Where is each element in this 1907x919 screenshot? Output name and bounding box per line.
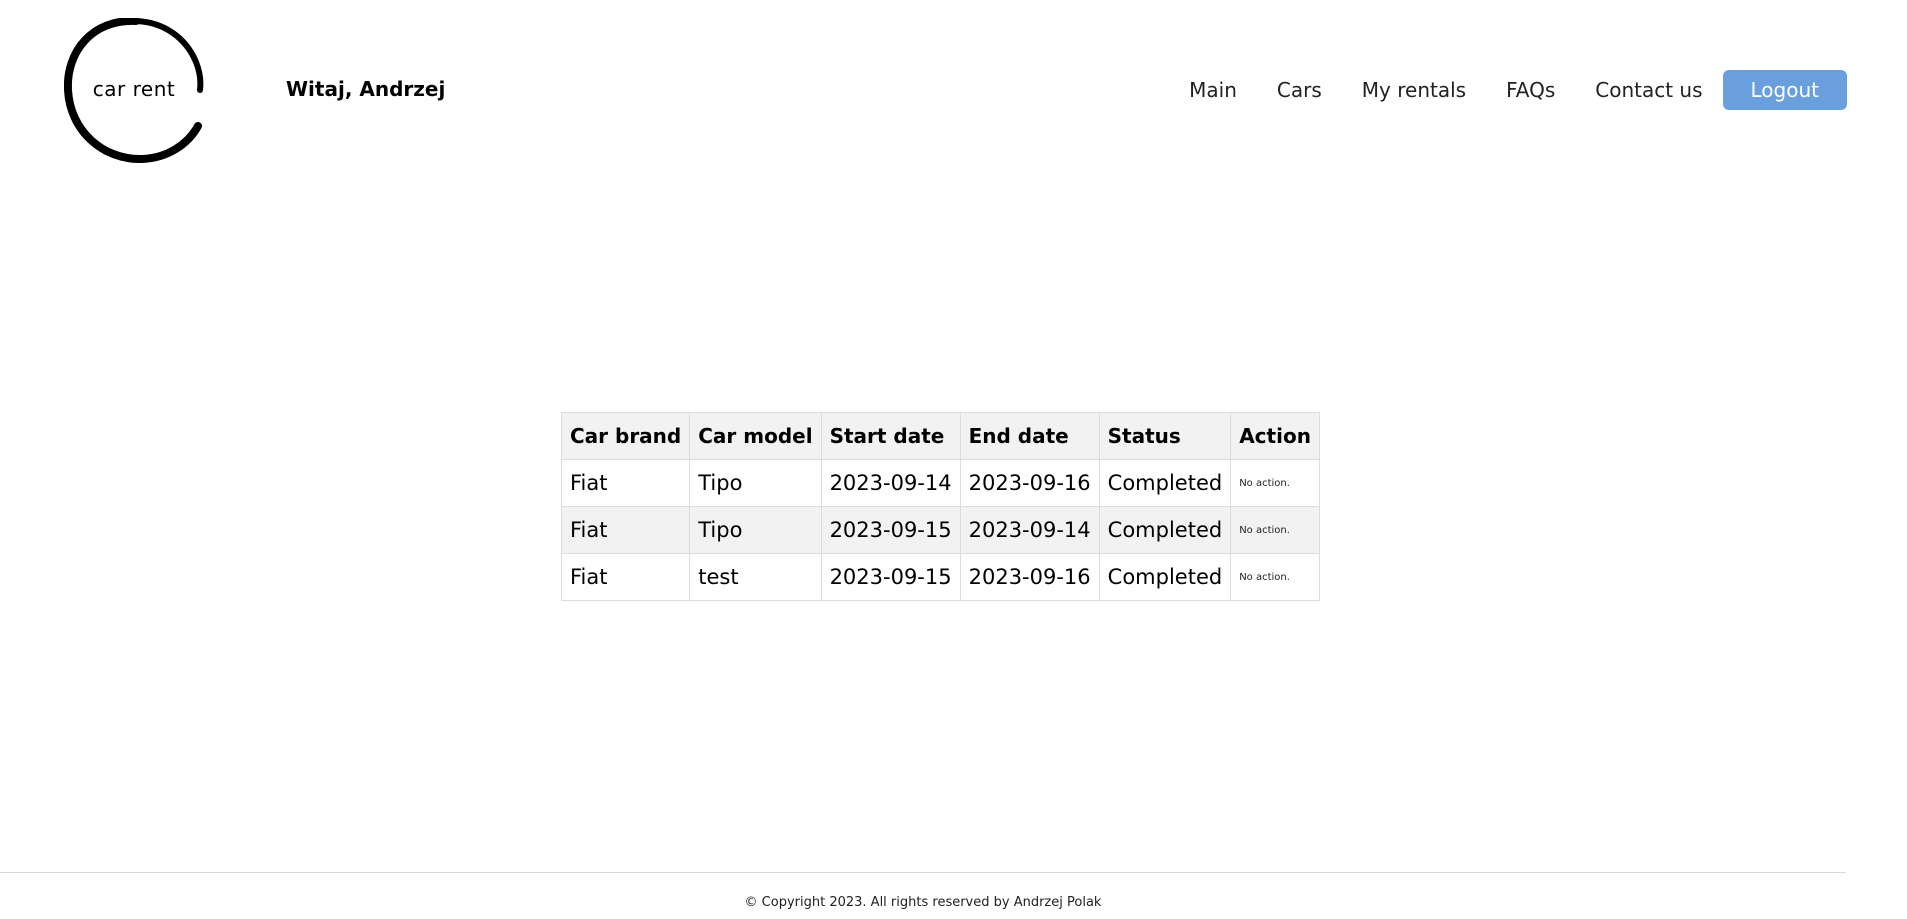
cell-start-date: 2023-09-15 — [820, 553, 961, 601]
column-header-status: Status — [1098, 412, 1232, 460]
column-header-end-date: End date — [959, 412, 1100, 460]
column-header-action: Action — [1230, 412, 1320, 460]
cell-action: No action. — [1230, 459, 1320, 507]
nav-contact-us-link[interactable]: Contact us — [1595, 70, 1702, 110]
table-row: Fiat Tipo 2023-09-15 2023-09-14 Complete… — [560, 506, 1320, 554]
footer-divider — [0, 872, 1846, 873]
cell-action: No action. — [1230, 506, 1320, 554]
greeting-text: Witaj, Andrzej — [286, 77, 446, 101]
logo[interactable]: car rent — [64, 18, 204, 163]
column-header-car-model: Car model — [689, 412, 822, 460]
cell-status: Completed — [1098, 459, 1232, 507]
column-header-car-brand: Car brand — [560, 412, 691, 460]
column-header-start-date: Start date — [820, 412, 961, 460]
rentals-table: Car brand Car model Start date End date … — [560, 412, 1320, 601]
cell-car-brand: Fiat — [560, 506, 691, 554]
cell-action: No action. — [1230, 553, 1320, 601]
cell-car-brand: Fiat — [560, 459, 691, 507]
table-row: Fiat Tipo 2023-09-14 2023-09-16 Complete… — [560, 459, 1320, 507]
nav-my-rentals-link[interactable]: My rentals — [1362, 70, 1466, 110]
cell-status: Completed — [1098, 506, 1232, 554]
cell-status: Completed — [1098, 553, 1232, 601]
main-nav: Main Cars My rentals FAQs Contact us Log… — [1189, 70, 1847, 110]
nav-faqs-link[interactable]: FAQs — [1506, 70, 1555, 110]
logo-text: car rent — [92, 77, 176, 101]
table-header-row: Car brand Car model Start date End date … — [560, 412, 1320, 460]
logout-button[interactable]: Logout — [1722, 70, 1847, 110]
nav-cars-link[interactable]: Cars — [1277, 70, 1322, 110]
footer-copyright: © Copyright 2023. All rights reserved by… — [744, 895, 1102, 910]
cell-start-date: 2023-09-14 — [820, 459, 961, 507]
cell-car-model: test — [689, 553, 822, 601]
cell-end-date: 2023-09-16 — [959, 553, 1100, 601]
cell-car-model: Tipo — [689, 459, 822, 507]
cell-end-date: 2023-09-14 — [959, 506, 1100, 554]
cell-car-brand: Fiat — [560, 553, 691, 601]
rentals-table-container: Car brand Car model Start date End date … — [560, 412, 1320, 601]
cell-start-date: 2023-09-15 — [820, 506, 961, 554]
cell-car-model: Tipo — [689, 506, 822, 554]
nav-main-link[interactable]: Main — [1189, 70, 1237, 110]
cell-end-date: 2023-09-16 — [959, 459, 1100, 507]
table-row: Fiat test 2023-09-15 2023-09-16 Complete… — [560, 553, 1320, 601]
